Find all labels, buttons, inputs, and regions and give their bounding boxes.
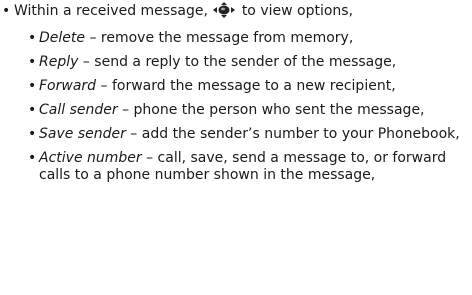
option-desc: – phone the person who sent the message, [117, 102, 425, 118]
option-call-sender: • Call sender – phone the person who sent… [28, 102, 468, 119]
option-term: Forward [39, 78, 97, 94]
option-delete: • Delete – remove the message from memory… [28, 30, 468, 47]
intro-bullet: • [2, 3, 11, 19]
intro-line: • Within a received message, to view opti… [2, 2, 353, 20]
option-desc: – add the sender’s number to your Phoneb… [125, 126, 460, 142]
option-active-number: • Active number – call, save, send a mess… [28, 150, 468, 184]
list-bullet: • [28, 78, 37, 94]
option-desc: – forward the message to a new recipient… [96, 78, 396, 94]
option-desc: – remove the message from memory, [85, 30, 354, 46]
option-term: Call sender [39, 102, 118, 118]
option-term: Active number [39, 150, 142, 166]
intro-text-before: Within a received message, [14, 3, 208, 19]
intro-text-after: to view options, [241, 3, 354, 19]
options-list: • Delete – remove the message from memory… [28, 30, 468, 191]
option-term: Save sender [39, 126, 126, 142]
option-desc: – send a reply to the sender of the mess… [78, 54, 397, 70]
option-forward: • Forward – forward the message to a new … [28, 78, 468, 95]
list-bullet: • [28, 30, 37, 46]
list-bullet: • [28, 150, 37, 166]
option-reply: • Reply – send a reply to the sender of t… [28, 54, 468, 71]
option-save-sender: • Save sender – add the sender’s number t… [28, 126, 468, 143]
option-term: Reply [39, 54, 79, 70]
option-term: Delete [39, 30, 85, 46]
manual-page: • Within a received message, to view opti… [0, 0, 472, 295]
list-bullet: • [28, 102, 37, 118]
list-bullet: • [28, 54, 37, 70]
navigation-key-icon [213, 2, 236, 18]
list-bullet: • [28, 126, 37, 142]
